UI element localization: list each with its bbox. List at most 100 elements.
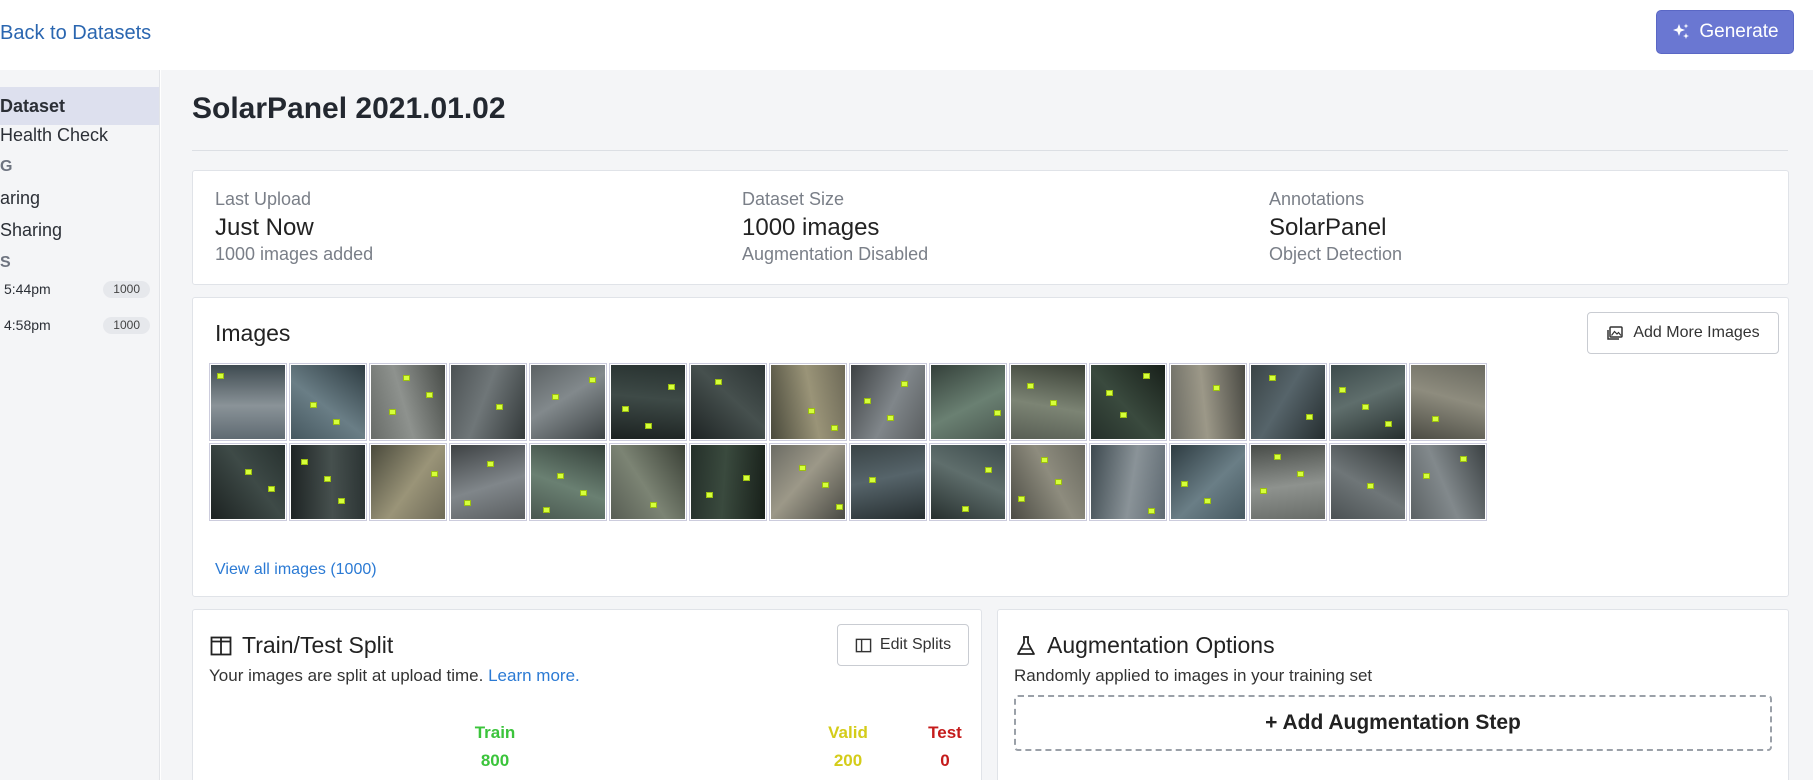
image-thumbnail[interactable] [1329,363,1407,441]
edit-splits-button[interactable]: Edit Splits [837,624,969,666]
split-valid: Valid 200 [818,723,878,771]
sidebar: Dataset Health Check G aring Sharing S 5… [0,70,160,780]
split-test: Test 0 [915,723,975,771]
generate-button[interactable]: Generate [1656,10,1794,54]
image-thumbnail[interactable] [529,363,607,441]
annotation-box [487,461,494,467]
image-thumbnail[interactable] [1009,443,1087,521]
add-augmentation-step-button[interactable]: + Add Augmentation Step [1014,695,1772,751]
annotation-box [1432,416,1439,422]
sidebar-item-sharing[interactable]: aring [0,188,159,209]
annotation-box [245,469,252,475]
add-more-images-button[interactable]: Add More Images [1587,312,1779,354]
annotation-box [1460,456,1467,462]
image-thumbnail[interactable] [289,363,367,441]
image-thumbnail[interactable] [769,443,847,521]
image-thumbnail[interactable] [769,363,847,441]
annotation-box [557,473,564,479]
stat-value: SolarPanel [1269,214,1387,241]
images-icon [1607,326,1624,340]
annotation-box [994,410,1001,416]
annotation-box [1385,421,1392,427]
sidebar-version-item[interactable]: 4:58pm 1000 [0,312,159,338]
image-thumbnail[interactable] [1249,363,1327,441]
sidebar-item-dataset[interactable]: Dataset [0,87,159,125]
stat-label: Annotations [1269,189,1365,209]
page-title: SolarPanel 2021.01.02 [192,92,506,125]
augmentation-options-card: Augmentation Options Randomly applied to… [997,609,1789,780]
sparkle-icon [1673,23,1690,39]
annotation-box [301,459,308,465]
image-thumbnail[interactable] [529,443,607,521]
image-thumbnail[interactable] [1409,363,1487,441]
image-thumbnail[interactable] [1329,443,1407,521]
images-card: Images Add More Images View all images (… [192,297,1789,597]
annotation-box [869,477,876,483]
image-thumbnail[interactable] [1249,443,1327,521]
stat-dataset-size: Dataset Size 1000 images Augmentation Di… [742,189,928,265]
stat-sub: Augmentation Disabled [742,244,929,264]
image-thumbnail[interactable] [209,363,287,441]
annotation-box [426,392,433,398]
annotation-box [1181,481,1188,487]
split-valid-value: 200 [833,751,863,770]
annotation-box [822,482,829,488]
image-thumbnail[interactable] [689,443,767,521]
sidebar-item-health-check[interactable]: Health Check [0,125,159,146]
images-title: Images [215,320,291,346]
annotation-box [543,507,550,513]
annotation-box [1041,457,1048,463]
annotation-box [464,500,471,506]
image-thumbnail[interactable] [929,363,1007,441]
image-thumbnail[interactable] [929,443,1007,521]
annotation-box [1106,390,1113,396]
annotation-box [1339,387,1346,393]
stat-value: Just Now [215,214,314,241]
augmentation-title: Augmentation Options [1047,632,1275,658]
image-thumbnail[interactable] [1089,363,1167,441]
image-thumbnail[interactable] [1089,443,1167,521]
stat-sub: 1000 images added [215,244,374,264]
annotation-box [706,492,713,498]
split-train-label: Train [474,723,516,742]
image-thumbnail[interactable] [1409,443,1487,521]
stat-sub: Object Detection [1269,244,1403,264]
annotation-box [496,404,503,410]
view-all-images-link[interactable]: View all images (1000) [215,561,377,579]
image-thumbnail[interactable] [1169,363,1247,441]
annotation-box [552,394,559,400]
annotation-box [431,471,438,477]
version-count-badge: 1000 [103,317,150,334]
annotation-box [403,375,410,381]
image-thumbnail[interactable] [289,443,367,521]
annotation-box [310,402,317,408]
generate-label: Generate [1699,21,1779,42]
image-thumbnail[interactable] [449,363,527,441]
image-thumbnail[interactable] [849,363,927,441]
image-thumbnail[interactable] [449,443,527,521]
annotation-box [962,506,969,512]
top-bar: Back to Datasets Generate [0,0,1813,70]
learn-more-link[interactable]: Learn more. [488,666,580,685]
add-more-images-label: Add More Images [1633,324,1760,341]
image-thumbnail[interactable] [609,443,687,521]
image-thumbnail[interactable] [209,443,287,521]
annotation-box [580,490,587,496]
image-thumbnail[interactable] [369,363,447,441]
image-thumbnail[interactable] [689,363,767,441]
image-thumbnail[interactable] [1009,363,1087,441]
sidebar-item-label: Sharing [0,220,63,240]
sidebar-item-public-sharing[interactable]: Sharing [0,220,159,241]
annotation-box [864,398,871,404]
annotation-box [1027,383,1034,389]
edit-splits-label: Edit Splits [879,636,952,653]
image-thumbnail[interactable] [849,443,927,521]
image-thumbnail[interactable] [369,443,447,521]
sidebar-version-item[interactable]: 5:44pm 1000 [0,276,159,302]
annotation-box [645,423,652,429]
flask-icon [1017,635,1035,655]
image-thumbnail[interactable] [609,363,687,441]
image-thumbnail[interactable] [1169,443,1247,521]
back-to-datasets-link[interactable]: Back to Datasets [0,22,151,45]
split-train-value: 800 [480,751,510,770]
